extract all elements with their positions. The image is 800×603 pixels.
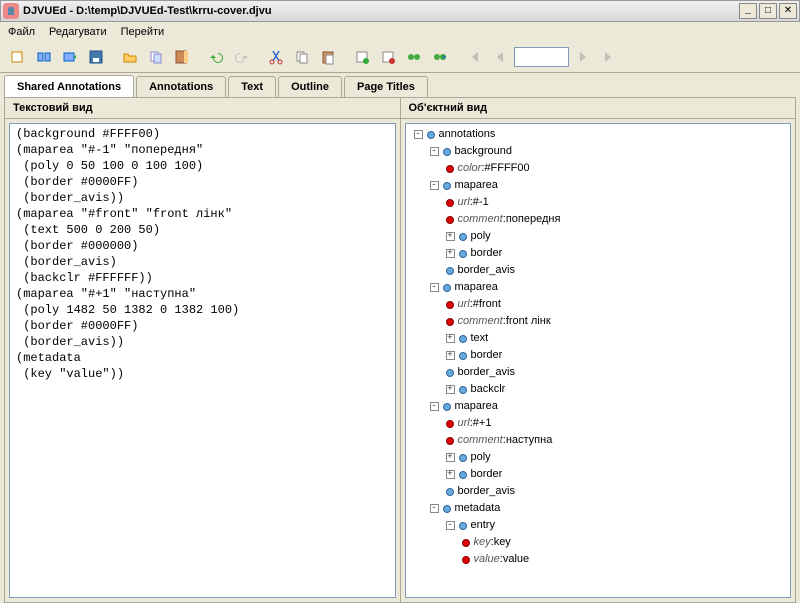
node-icon — [446, 488, 454, 496]
node-icon — [459, 386, 467, 394]
node-icon — [427, 131, 435, 139]
object-tree[interactable]: -annotations -background color : #FFFF00… — [405, 123, 792, 598]
node-icon — [459, 335, 467, 343]
object-view-pane: Об'єктний вид -annotations -background c… — [400, 98, 796, 602]
toolbar-cut-icon[interactable] — [264, 45, 288, 69]
menu-file[interactable]: Файл — [8, 26, 35, 38]
node-icon — [443, 148, 451, 156]
maximize-button[interactable]: □ — [759, 3, 777, 19]
java-icon — [3, 3, 19, 19]
expand-icon[interactable]: + — [446, 385, 455, 394]
expand-icon[interactable]: + — [446, 249, 455, 258]
expand-icon[interactable]: - — [430, 181, 439, 190]
node-icon — [443, 182, 451, 190]
expand-icon[interactable]: - — [430, 504, 439, 513]
nav-next-icon[interactable] — [571, 45, 595, 69]
text-view-body[interactable]: (background #FFFF00) (maparea "#-1" "поп… — [9, 123, 396, 598]
expand-icon[interactable]: - — [446, 521, 455, 530]
leaf-icon — [462, 556, 470, 564]
node-icon — [459, 250, 467, 258]
expand-icon[interactable]: - — [414, 130, 423, 139]
tab-content: Текстовий вид (background #FFFF00) (mapa… — [4, 97, 796, 603]
nav-last-icon[interactable] — [597, 45, 621, 69]
node-icon — [459, 352, 467, 360]
tab-text[interactable]: Text — [228, 76, 276, 97]
node-icon — [443, 284, 451, 292]
tree-metadata[interactable]: metadata — [455, 500, 501, 517]
expand-icon[interactable]: - — [430, 402, 439, 411]
expand-icon[interactable]: + — [446, 351, 455, 360]
toolbar-open-icon[interactable] — [32, 45, 56, 69]
titlebar: DJVUEd - D:\temp\DJVUEd-Test\krru-cover.… — [0, 0, 800, 22]
leaf-icon — [462, 539, 470, 547]
leaf-icon — [446, 165, 454, 173]
node-icon — [443, 403, 451, 411]
leaf-icon — [446, 199, 454, 207]
tab-shared-annotations[interactable]: Shared Annotations — [4, 75, 134, 97]
toolbar-remove-icon[interactable] — [376, 45, 400, 69]
nav-prev-icon[interactable] — [488, 45, 512, 69]
expand-icon[interactable]: - — [430, 147, 439, 156]
node-icon — [446, 267, 454, 275]
toolbar-exit-icon[interactable] — [170, 45, 194, 69]
node-icon — [446, 369, 454, 377]
expand-icon[interactable]: - — [430, 283, 439, 292]
node-icon — [459, 522, 467, 530]
tree-maparea-1[interactable]: maparea — [455, 177, 498, 194]
tree-maparea-2[interactable]: maparea — [455, 279, 498, 296]
toolbar-saveas-icon[interactable] — [84, 45, 108, 69]
toolbar-folder-icon[interactable] — [118, 45, 142, 69]
nav-first-icon[interactable] — [462, 45, 486, 69]
minimize-button[interactable]: _ — [739, 3, 757, 19]
toolbar — [0, 42, 800, 73]
page-number-input[interactable] — [514, 47, 569, 67]
toolbar-save-icon[interactable] — [58, 45, 82, 69]
toolbar-copy2-icon[interactable] — [290, 45, 314, 69]
expand-icon[interactable]: + — [446, 453, 455, 462]
tree-background[interactable]: background — [455, 143, 513, 160]
leaf-icon — [446, 420, 454, 428]
object-view-title: Об'єктний вид — [401, 98, 796, 119]
leaf-icon — [446, 301, 454, 309]
expand-icon[interactable]: + — [446, 334, 455, 343]
tab-outline[interactable]: Outline — [278, 76, 342, 97]
toolbar-undo-icon[interactable] — [204, 45, 228, 69]
toolbar-copy-icon[interactable] — [144, 45, 168, 69]
menu-go[interactable]: Перейти — [121, 26, 165, 38]
toolbar-paste-icon[interactable] — [316, 45, 340, 69]
toolbar-link2-icon[interactable] — [428, 45, 452, 69]
toolbar-add-icon[interactable] — [350, 45, 374, 69]
leaf-icon — [446, 437, 454, 445]
tree-maparea-3[interactable]: maparea — [455, 398, 498, 415]
tab-page-titles[interactable]: Page Titles — [344, 76, 428, 97]
tab-annotations[interactable]: Annotations — [136, 76, 226, 97]
expand-icon[interactable]: + — [446, 232, 455, 241]
expand-icon[interactable]: + — [446, 470, 455, 479]
tab-bar: Shared Annotations Annotations Text Outl… — [0, 73, 800, 97]
text-view-pane: Текстовий вид (background #FFFF00) (mapa… — [5, 98, 400, 602]
node-icon — [443, 505, 451, 513]
node-icon — [459, 471, 467, 479]
menubar: Файл Редагувати Перейти — [0, 22, 800, 42]
leaf-icon — [446, 318, 454, 326]
tree-root[interactable]: annotations — [439, 126, 496, 143]
node-icon — [459, 454, 467, 462]
leaf-icon — [446, 216, 454, 224]
node-icon — [459, 233, 467, 241]
toolbar-link-icon[interactable] — [402, 45, 426, 69]
close-button[interactable]: ✕ — [779, 3, 797, 19]
window-title: DJVUEd - D:\temp\DJVUEd-Test\krru-cover.… — [23, 5, 739, 17]
toolbar-redo-icon[interactable] — [230, 45, 254, 69]
toolbar-new-icon[interactable] — [6, 45, 30, 69]
menu-edit[interactable]: Редагувати — [49, 26, 107, 38]
text-view-title: Текстовий вид — [5, 98, 400, 119]
